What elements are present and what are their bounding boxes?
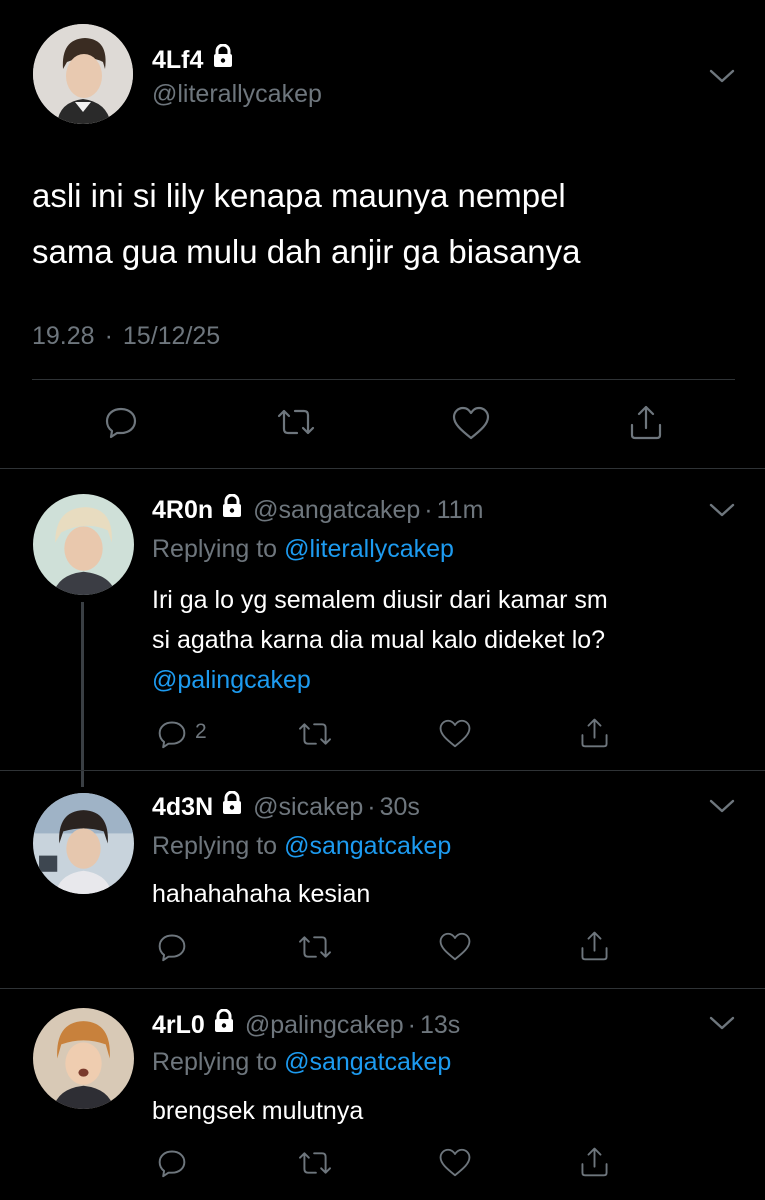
tweet-text: asli ini si lily kenapa maunya nempel sa… — [32, 177, 581, 270]
replying-to-label: Replying to — [152, 1048, 278, 1076]
replying-to-link[interactable]: @sangatcakep — [284, 1048, 451, 1077]
replying-to-link[interactable]: @literallycakep — [284, 535, 454, 564]
divider — [32, 379, 735, 380]
thread-line — [81, 602, 84, 787]
reply-count: 2 — [195, 720, 207, 743]
replying-to-label: Replying to — [152, 535, 278, 563]
chevron-down-icon[interactable] — [708, 796, 736, 816]
handle[interactable]: @sangatcakep — [253, 496, 420, 525]
handle[interactable]: @sicakep — [253, 793, 363, 822]
tweet-text: hahahahaha kesian — [152, 880, 371, 908]
tweet-age[interactable]: 13s — [420, 1011, 460, 1040]
like-icon[interactable] — [438, 931, 472, 962]
lock-icon — [214, 44, 233, 67]
display-name[interactable]: 4Lf4 — [152, 46, 203, 75]
tweet-timestamp[interactable]: 19.28 · 15/12/25 — [32, 322, 220, 351]
retweet-icon[interactable] — [275, 405, 317, 439]
avatar[interactable] — [33, 1008, 134, 1109]
chevron-down-icon[interactable] — [708, 500, 736, 520]
retweet-icon[interactable] — [296, 932, 334, 962]
reply-icon[interactable] — [157, 932, 187, 962]
lock-icon — [214, 1009, 233, 1032]
retweet-icon[interactable] — [296, 1148, 334, 1178]
lock-icon — [223, 791, 242, 814]
divider — [0, 468, 765, 469]
share-icon[interactable] — [628, 403, 664, 441]
avatar[interactable] — [33, 494, 134, 595]
tweet-age[interactable]: 11m — [437, 496, 484, 525]
display-name[interactable]: 4rL0 — [152, 1011, 205, 1040]
reply-icon[interactable] — [157, 719, 187, 749]
like-icon[interactable] — [438, 1147, 472, 1178]
tweet-text: brengsek mulutnya — [152, 1097, 364, 1125]
tweet-text: Iri ga lo yg semalem diusir dari kamar s… — [152, 580, 608, 700]
tweet-age[interactable]: 30s — [380, 793, 420, 822]
reply-icon[interactable] — [157, 1148, 187, 1178]
avatar[interactable] — [33, 24, 133, 124]
avatar[interactable] — [33, 793, 134, 894]
mention-link[interactable]: @palingcakep — [152, 660, 608, 700]
display-name[interactable]: 4R0n — [152, 496, 213, 525]
retweet-icon[interactable] — [296, 719, 334, 749]
share-icon[interactable] — [579, 716, 610, 749]
like-icon[interactable] — [438, 718, 472, 749]
reply-icon[interactable] — [104, 405, 138, 439]
share-icon[interactable] — [579, 929, 610, 962]
handle[interactable]: @palingcakep — [245, 1011, 404, 1040]
chevron-down-icon[interactable] — [708, 66, 736, 86]
lock-icon — [223, 494, 242, 517]
replying-to-link[interactable]: @sangatcakep — [284, 832, 451, 861]
share-icon[interactable] — [579, 1145, 610, 1178]
like-icon[interactable] — [451, 405, 491, 441]
display-name[interactable]: 4d3N — [152, 793, 213, 822]
chevron-down-icon[interactable] — [708, 1013, 736, 1033]
divider — [0, 988, 765, 989]
handle[interactable]: @literallycakep — [152, 80, 322, 109]
replying-to-label: Replying to — [152, 832, 278, 860]
divider — [0, 770, 765, 771]
